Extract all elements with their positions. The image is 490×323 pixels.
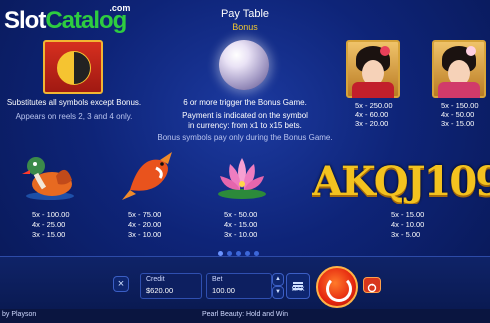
royals-pay-4: 4x - 10.00 [391, 220, 425, 229]
geisha1-pay-3: 3x - 20.00 [355, 119, 389, 128]
koi-pay-4: 4x - 20.00 [128, 220, 162, 229]
credit-value: $620.00 [146, 286, 174, 295]
duck-pay-4: 4x - 25.00 [32, 220, 66, 229]
spin-button[interactable] [316, 266, 358, 308]
bet-label: Bet [212, 276, 223, 283]
duck-pay-5: 5x - 100.00 [32, 210, 70, 219]
duck-pay-3: 3x - 15.00 [32, 230, 66, 239]
wild-desc-line1: Substitutes all symbols except Bonus. [6, 98, 142, 107]
bonus-desc-line2: Payment is indicated on the symbol [182, 111, 308, 120]
watermark-word-slot: Slot [4, 7, 46, 34]
credit-panel: Credit $620.00 [140, 273, 202, 299]
geisha-1-icon [346, 40, 400, 98]
credit-label: Credit [146, 276, 165, 283]
game-name: Pearl Beauty: Hold and Win [202, 311, 288, 318]
lotus-flower-icon [214, 154, 270, 200]
bonus-desc-line3: in currency: from x1 to x15 bets. [188, 121, 302, 130]
bonus-desc-line1: 6 or more trigger the Bonus Game. [183, 98, 307, 107]
koi-fish-icon [120, 150, 176, 202]
royal-letters-icon: AKQJ109 [312, 160, 490, 204]
koi-pay-3: 3x - 10.00 [128, 230, 162, 239]
bet-panel: Bet 100.00 [206, 273, 272, 299]
royals-pay-5: 5x - 15.00 [391, 210, 425, 219]
page-title: Pay Table [220, 8, 270, 20]
bet-value: 100.00 [212, 286, 235, 295]
geisha-2-icon [432, 40, 486, 98]
close-button[interactable]: × [113, 276, 129, 292]
paytable-screen: SlotCatalog .com Pay Table Bonus Substit… [0, 0, 490, 323]
autoplay-button[interactable] [363, 277, 381, 293]
watermark-tld: .com [109, 3, 131, 13]
max-bet-label: MAX [291, 287, 305, 293]
geisha2-pay-3: 3x - 15.00 [441, 119, 475, 128]
spin-arrow-icon [326, 276, 352, 302]
pearl-bonus-icon [219, 40, 269, 90]
control-bar: × Credit $620.00 Bet 100.00 ▲ ▼ MAX [0, 256, 490, 310]
max-bet-button[interactable]: MAX [286, 273, 310, 299]
bet-increase-button[interactable]: ▲ [272, 273, 284, 286]
watermark-logo: SlotCatalog .com [4, 3, 130, 35]
wild-desc-line2: Appears on reels 2, 3 and 4 only. [15, 112, 133, 121]
footer: by Playson Pearl Beauty: Hold and Win [0, 309, 490, 323]
lotus-pay-3: 3x - 10.00 [224, 230, 258, 239]
koi-pay-5: 5x - 75.00 [128, 210, 162, 219]
mandarin-duck-icon [22, 152, 78, 202]
lotus-pay-5: 5x - 50.00 [224, 210, 258, 219]
royals-pay-3: 3x - 5.00 [391, 230, 421, 239]
page-subtitle: Bonus [232, 22, 258, 32]
provider-label: by Playson [2, 311, 37, 318]
autoplay-icon [367, 280, 377, 293]
bonus-desc-line4: Bonus symbols pay only during the Bonus … [157, 133, 333, 142]
lotus-pay-4: 4x - 15.00 [224, 220, 258, 229]
bet-decrease-button[interactable]: ▼ [272, 286, 284, 299]
wild-symbol-icon [43, 40, 103, 94]
coin-stack-icon [293, 277, 303, 290]
